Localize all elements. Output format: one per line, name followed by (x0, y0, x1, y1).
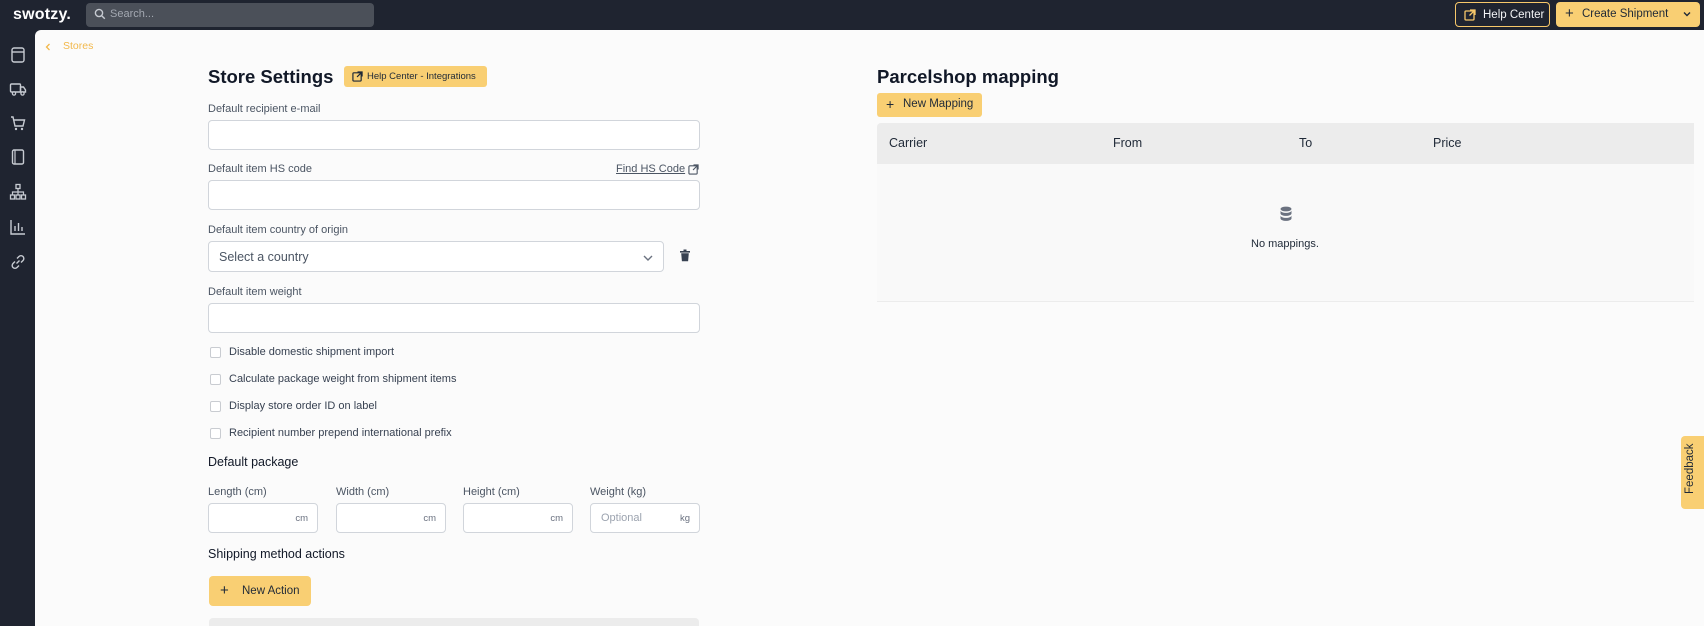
help-center-label: Help Center (1483, 9, 1545, 21)
external-link-icon[interactable] (688, 164, 699, 175)
weight-kg-input[interactable]: Optional kg (590, 503, 700, 533)
height-input[interactable]: cm (463, 503, 573, 533)
calculate-package-weight-checkbox[interactable] (210, 374, 221, 385)
recipient-email-field[interactable] (208, 120, 700, 150)
plus-icon: + (220, 582, 229, 599)
search-placeholder: Search... (110, 8, 155, 20)
feedback-tab[interactable]: Feedback (1681, 436, 1704, 509)
weight-kg-unit: kg (679, 513, 690, 524)
width-unit: cm (423, 513, 436, 524)
feedback-label: Feedback (1684, 443, 1696, 494)
shipping-actions-title: Shipping method actions (208, 547, 345, 561)
search-icon (94, 8, 106, 20)
weight-kg-label: Weight (kg) (590, 486, 647, 498)
help-center-integrations-button[interactable]: Help Center - Integrations (344, 66, 487, 87)
parcelshop-mapping-title: Parcelshop mapping (877, 66, 1059, 87)
column-from: From (1113, 136, 1143, 150)
chevron-down-icon (643, 255, 653, 261)
item-weight-field[interactable] (208, 303, 700, 333)
country-select[interactable]: Select a country (208, 241, 664, 272)
new-mapping-label: New Mapping (903, 98, 974, 110)
width-label: Width (cm) (336, 486, 390, 498)
actions-table-header (209, 618, 699, 626)
truck-icon[interactable] (9, 80, 27, 98)
display-order-id-checkbox[interactable] (210, 401, 221, 412)
country-of-origin-label: Default item country of origin (208, 224, 349, 236)
mapping-table-body (877, 164, 1694, 302)
plus-icon: + (886, 96, 895, 112)
column-to: To (1299, 136, 1313, 150)
search-input[interactable]: Search... (86, 3, 374, 27)
height-unit: cm (550, 513, 563, 524)
top-bar: swotzy. Search... Help Center + Create S… (0, 0, 1704, 30)
international-prefix-checkbox[interactable] (210, 428, 221, 439)
book-icon[interactable] (9, 148, 27, 166)
chevron-down-icon[interactable] (1682, 9, 1692, 19)
mapping-table-header: Carrier From To Price (877, 123, 1694, 164)
sidebar (0, 30, 35, 626)
length-unit: cm (295, 513, 308, 524)
disable-domestic-import-label: Disable domestic shipment import (229, 346, 395, 358)
length-label: Length (cm) (208, 486, 267, 498)
hs-code-label: Default item HS code (208, 163, 312, 175)
app-logo[interactable]: swotzy. (13, 6, 71, 24)
store-settings-title: Store Settings (208, 66, 334, 87)
display-order-id-label: Display store order ID on label (229, 400, 377, 412)
width-input[interactable]: cm (336, 503, 446, 533)
recipient-email-label: Default recipient e-mail (208, 103, 321, 115)
default-package-title: Default package (208, 455, 299, 469)
empty-mappings-text: No mappings. (1251, 238, 1319, 250)
external-link-icon (352, 71, 363, 82)
country-select-value: Select a country (219, 250, 309, 264)
column-price: Price (1433, 136, 1462, 150)
help-center-integrations-label: Help Center - Integrations (367, 71, 476, 82)
chart-icon[interactable] (9, 218, 27, 236)
find-hs-code-link[interactable]: Find HS Code (616, 163, 685, 175)
new-action-label: New Action (242, 585, 300, 597)
new-action-button[interactable]: + New Action (209, 576, 311, 606)
create-shipment-button[interactable]: + Create Shipment (1556, 2, 1700, 27)
plus-icon: + (1565, 5, 1574, 22)
trash-icon[interactable] (679, 249, 691, 262)
international-prefix-label: Recipient number prepend international p… (229, 427, 452, 439)
link-icon[interactable] (9, 253, 27, 271)
new-mapping-button[interactable]: + New Mapping (877, 93, 982, 117)
hierarchy-icon[interactable] (9, 183, 27, 201)
database-icon (1280, 206, 1292, 221)
help-center-button[interactable]: Help Center (1455, 2, 1550, 27)
height-label: Height (cm) (463, 486, 520, 498)
length-input[interactable]: cm (208, 503, 318, 533)
external-link-icon (1464, 9, 1476, 21)
weight-kg-placeholder: Optional (601, 512, 642, 524)
column-carrier: Carrier (889, 136, 928, 150)
create-shipment-label: Create Shipment (1582, 8, 1669, 20)
breadcrumb-stores[interactable]: Stores (63, 40, 93, 52)
calculate-package-weight-label: Calculate package weight from shipment i… (229, 373, 457, 385)
chevron-left-icon (45, 43, 50, 51)
hs-code-field[interactable] (208, 180, 700, 210)
orders-icon[interactable] (9, 46, 27, 64)
disable-domestic-import-checkbox[interactable] (210, 347, 221, 358)
item-weight-label: Default item weight (208, 286, 302, 298)
cart-icon[interactable] (9, 114, 27, 132)
